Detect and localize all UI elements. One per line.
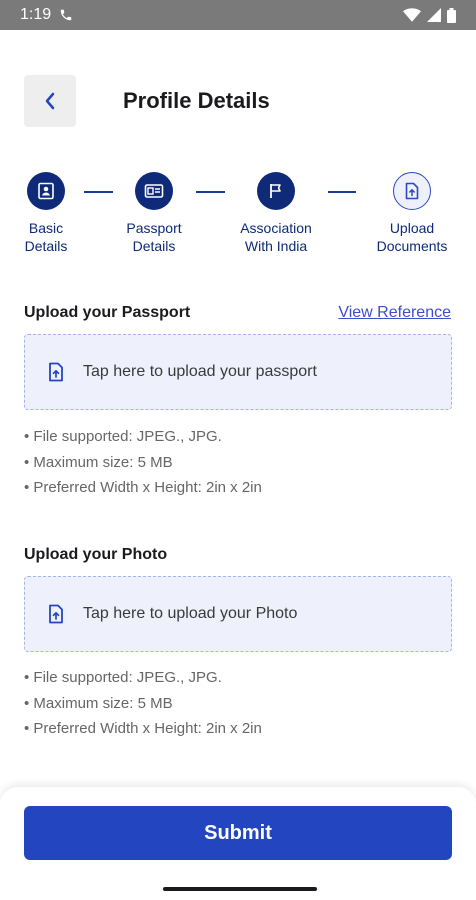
step-upload-documents[interactable]: Upload Documents <box>357 172 467 255</box>
upload-passport-box[interactable]: Tap here to upload your passport <box>24 334 452 410</box>
status-bar: 1:19 <box>0 0 476 30</box>
wifi-icon <box>403 8 421 22</box>
requirement-item: • File supported: JPEG., JPG. <box>24 428 222 445</box>
step-connector <box>328 191 356 193</box>
step-label: Upload Documents <box>376 220 448 254</box>
step-indicator <box>393 172 431 210</box>
photo-section-title: Upload your Photo <box>24 546 168 563</box>
step-indicator <box>27 172 65 210</box>
upload-photo-box[interactable]: Tap here to upload your Photo <box>24 576 452 652</box>
step-association-with-india[interactable]: Association With India <box>221 172 331 255</box>
requirement-item: • Preferred Width x Height: 2in x 2in <box>24 720 262 737</box>
battery-icon <box>447 7 456 23</box>
step-basic-details[interactable]: Basic Details <box>0 172 101 255</box>
step-label: Passport Details <box>126 220 182 254</box>
passport-requirements: • File supported: JPEG., JPG. • Maximum … <box>24 424 262 501</box>
progress-stepper: Basic Details Passport Details Associati… <box>0 172 476 262</box>
id-card-icon <box>38 182 54 200</box>
passport-section-title: Upload your Passport <box>24 304 191 321</box>
passport-card-icon <box>144 184 164 198</box>
photo-requirements: • File supported: JPEG., JPG. • Maximum … <box>24 665 262 742</box>
upload-file-icon <box>49 604 63 624</box>
upload-photo-text: Tap here to upload your Photo <box>83 605 298 622</box>
step-label: Association With India <box>240 220 312 254</box>
submit-button[interactable]: Submit <box>24 806 452 860</box>
requirement-item: • File supported: JPEG., JPG. <box>24 669 222 686</box>
page-title: Profile Details <box>123 88 270 113</box>
flag-icon <box>270 184 281 198</box>
step-indicator <box>135 172 173 210</box>
upload-passport-text: Tap here to upload your passport <box>83 363 317 380</box>
requirement-item: • Preferred Width x Height: 2in x 2in <box>24 479 262 496</box>
requirement-item: • Maximum size: 5 MB <box>24 694 173 712</box>
status-time: 1:19 <box>20 6 52 23</box>
step-passport-details[interactable]: Passport Details <box>99 172 209 255</box>
upload-file-icon <box>49 362 63 382</box>
phone-icon <box>60 9 72 21</box>
step-indicator <box>257 172 295 210</box>
bottom-action-bar: Submit <box>0 787 476 900</box>
home-indicator[interactable] <box>163 887 317 891</box>
upload-document-icon <box>405 182 419 200</box>
chevron-left-icon <box>45 92 55 110</box>
signal-icon <box>427 8 441 22</box>
view-reference-link[interactable]: View Reference <box>338 304 451 322</box>
requirement-item: • Maximum size: 5 MB <box>24 453 173 471</box>
back-button[interactable] <box>24 75 76 127</box>
step-label: Basic Details <box>24 220 68 254</box>
